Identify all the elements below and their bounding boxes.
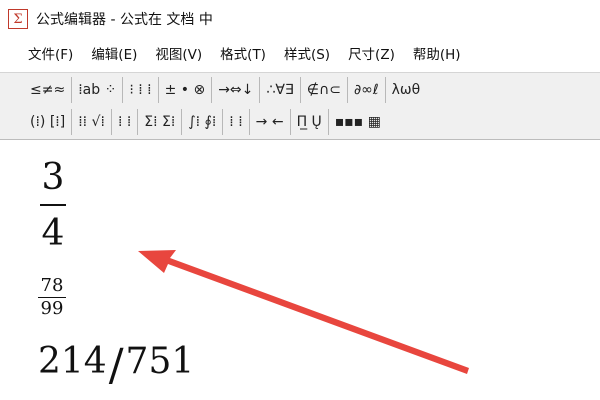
annotation-arrow (138, 250, 469, 374)
arrow-shape (138, 250, 469, 374)
